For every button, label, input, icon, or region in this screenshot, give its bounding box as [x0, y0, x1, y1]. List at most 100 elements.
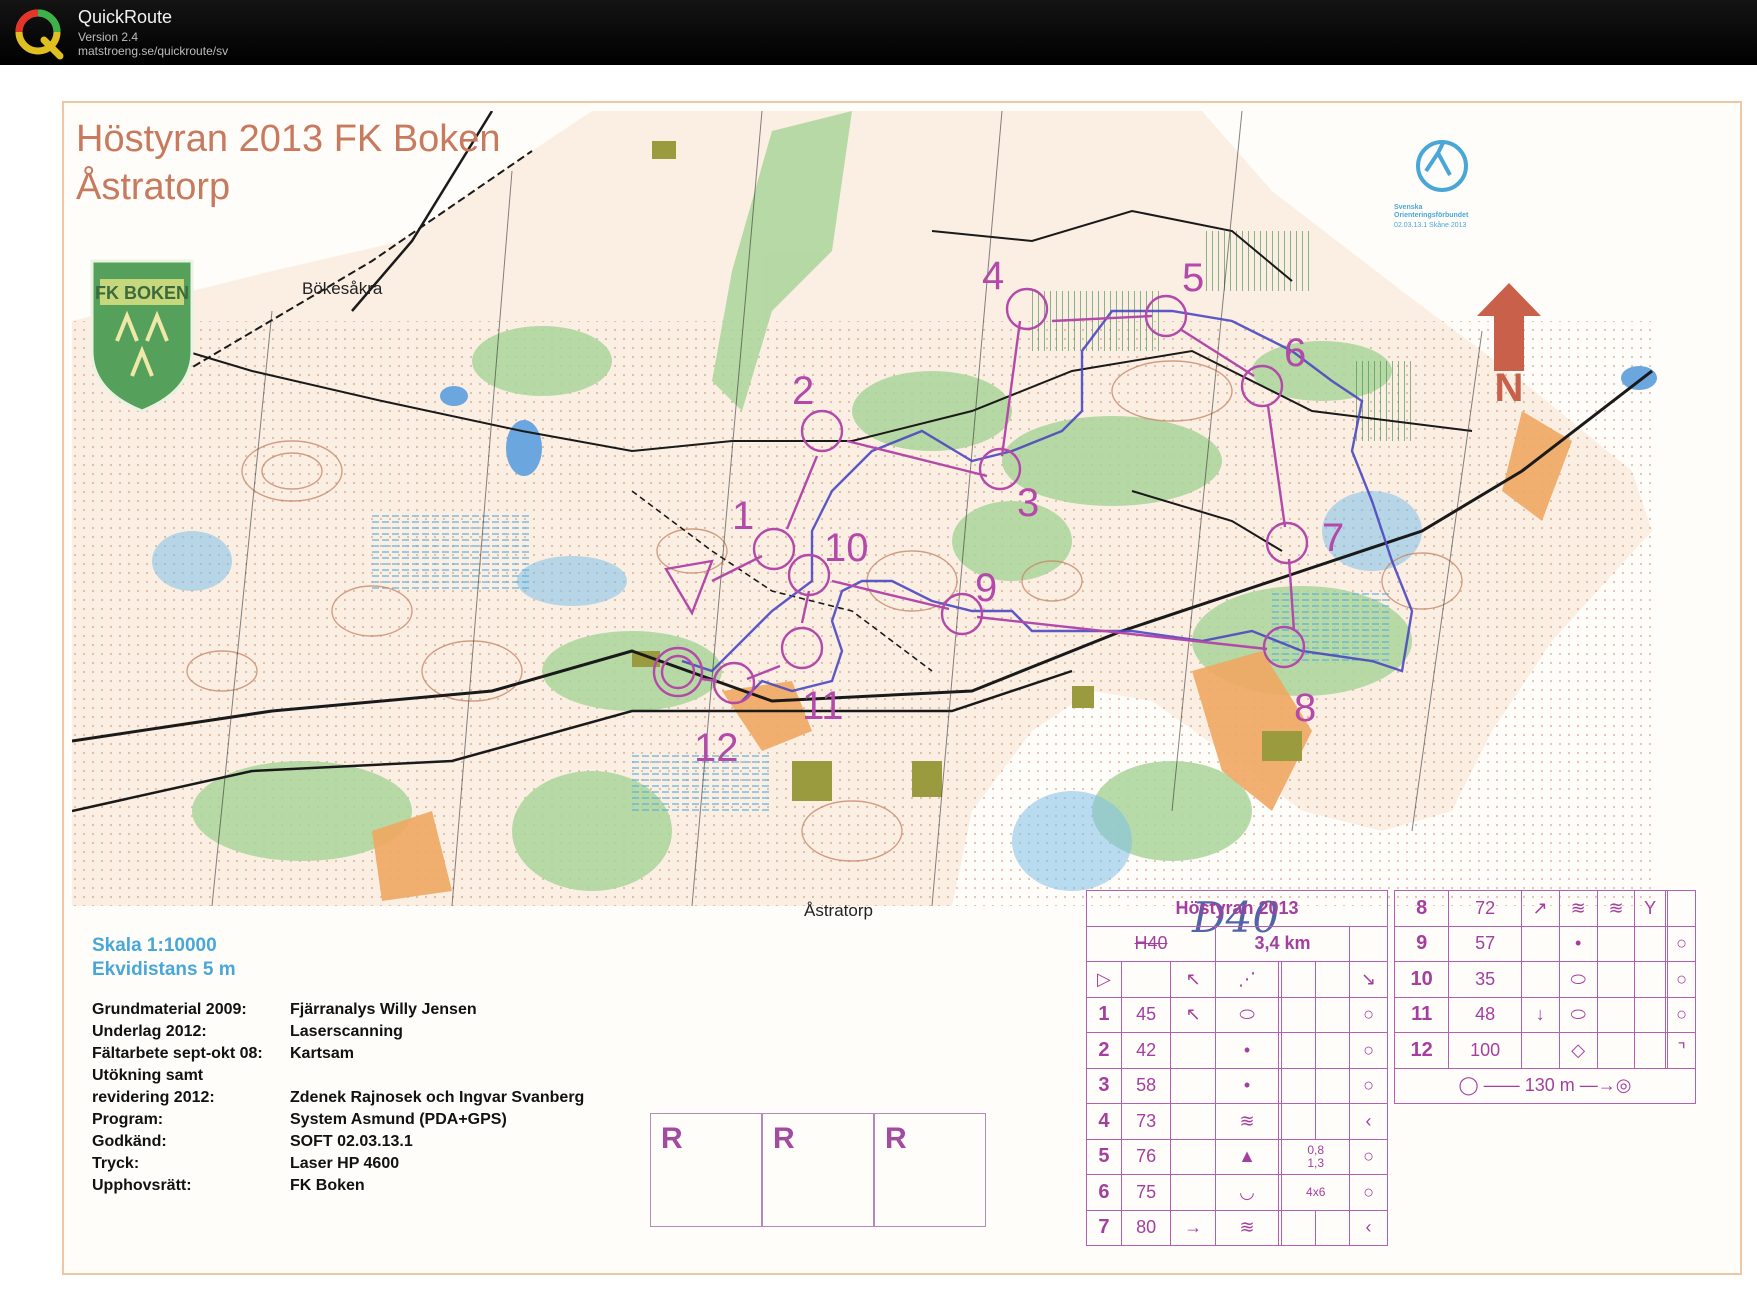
cd-row: 1 45 ↖ ⬭ ○	[1086, 996, 1388, 1033]
location-icon: ○	[1667, 961, 1696, 998]
cd-finish-row: ◯ —— 130 m —→◎	[1394, 1067, 1696, 1104]
dot-icon: •	[1558, 925, 1598, 962]
map-credits: Grundmaterial 2009: Fjärranalys Willy Jen…	[92, 999, 584, 1197]
arrow-nw-icon: ↖	[1170, 961, 1216, 998]
credit-row: Godkänd: SOFT 02.03.13.1	[92, 1133, 413, 1150]
contour-interval-label: Ekvidistans 5 m	[92, 959, 236, 980]
scale-label: Skala 1:10000	[92, 935, 217, 956]
map-title: Höstyran 2013 FK Boken Åstratorp	[76, 115, 501, 211]
angle-icon: ‹	[1349, 1103, 1388, 1140]
location-icon: ○	[1349, 1174, 1388, 1211]
marsh-icon: ≋	[1214, 1209, 1280, 1246]
svg-text:3: 3	[1017, 481, 1039, 525]
svg-text:Orienteringsförbundet: Orienteringsförbundet	[1394, 212, 1469, 219]
app-version: Version 2.4	[78, 30, 139, 44]
marsh-icon: ≋	[1214, 1103, 1280, 1140]
cd-class: H40	[1086, 925, 1216, 962]
svg-text:Svenska: Svenska	[1394, 204, 1423, 211]
boulder-icon: ▲	[1214, 1138, 1280, 1175]
sof-logo: Svenska Orienteringsförbundet 02.03.13.1…	[1394, 140, 1469, 229]
location-icon: ○	[1349, 1138, 1388, 1175]
cd-row: 7 80 → ≋ ‹	[1086, 1209, 1388, 1246]
credit-row: Program: System Asmund (PDA+GPS)	[92, 1111, 507, 1128]
dot-icon: •	[1214, 1032, 1280, 1069]
cd-row: 2 42 • ○	[1086, 1032, 1388, 1069]
svg-text:12: 12	[694, 726, 739, 770]
cd-event-title: Höstyran 2013	[1086, 890, 1388, 927]
start-triangle-icon: ▷	[1086, 961, 1122, 998]
document-view[interactable]: 1 2 3 4 5 6 7 8 9 10 11 12 FK BOKEN Sven…	[0, 65, 1757, 1307]
fk-boken-badge: FK BOKEN	[90, 259, 194, 413]
orienteering-map[interactable]: 1 2 3 4 5 6 7 8 9 10 11 12 FK BOKEN Sven…	[72, 111, 1738, 906]
orienteering-map-sheet: 1 2 3 4 5 6 7 8 9 10 11 12 FK BOKEN Sven…	[62, 101, 1742, 1275]
marsh-icon: ≋	[1596, 890, 1636, 927]
svg-text:2: 2	[792, 369, 814, 413]
arrow-nw-icon: ↖	[1170, 996, 1216, 1033]
location-icon: ○	[1349, 1067, 1388, 1104]
svg-text:5: 5	[1182, 256, 1204, 300]
credit-row: revidering 2012: Zdenek Rajnosek och Ingv…	[92, 1089, 585, 1106]
map-title-line1: Höstyran 2013 FK Boken	[76, 118, 501, 160]
finish-end-icon: —→◎	[1579, 1075, 1632, 1096]
ellipse-icon: ⬭	[1558, 996, 1598, 1033]
finish-distance: 130 m	[1524, 1075, 1575, 1096]
fork-icon: Y	[1634, 890, 1666, 927]
location-icon: ○	[1349, 996, 1388, 1033]
place-bokesakra: Bökesåkra	[302, 279, 383, 298]
cd-row: 8 72 ↗ ≋ ≋ Y	[1393, 890, 1696, 927]
cd-length: 3,4 km	[1214, 925, 1351, 962]
map-title-line2: Åstratorp	[76, 166, 231, 208]
svg-text:11: 11	[802, 684, 844, 728]
punch-box-1: R	[650, 1113, 762, 1227]
place-astratorp: Åstratorp	[804, 901, 873, 920]
svg-text:02.03.13.1 Skåne 2013: 02.03.13.1 Skåne 2013	[1394, 221, 1467, 229]
app-url[interactable]: matstroeng.se/quickroute/sv	[78, 44, 228, 58]
credit-row: Upphovsrätt: FK Boken	[92, 1177, 365, 1194]
svg-text:6: 6	[1284, 331, 1306, 375]
cd-row: 12 100 ◇ ⌝	[1393, 1032, 1696, 1069]
corner-icon: ↘	[1349, 961, 1388, 998]
depression-icon: ◡	[1214, 1174, 1280, 1211]
marsh-icon: ≋	[1558, 890, 1598, 927]
arrow-ne-icon: ↗	[1520, 890, 1560, 927]
cd-row: 3 58 • ○	[1086, 1067, 1388, 1104]
credit-row: Tryck: Laser HP 4600	[92, 1155, 400, 1172]
app-title-bar: QuickRoute Version 2.4 matstroeng.se/qui…	[0, 0, 1757, 65]
diamond-icon: ◇	[1558, 1032, 1598, 1069]
dim-top: 0,8	[1307, 1142, 1325, 1157]
cd-row: 6 75 ◡ 4x6 ○	[1086, 1174, 1388, 1211]
svg-text:1: 1	[732, 494, 754, 538]
punch-box-2: R	[762, 1113, 874, 1227]
cd-row: 5 76 ▲ 0,8 1,3 ○	[1086, 1138, 1388, 1175]
svg-text:FK BOKEN: FK BOKEN	[95, 283, 189, 303]
svg-text:4: 4	[982, 254, 1004, 298]
ellipse-icon: ⬭	[1214, 996, 1280, 1033]
quickroute-logo-icon	[15, 9, 64, 60]
angle-icon: ‹	[1349, 1209, 1388, 1246]
cd-row: 11 48 ↓ ⬭ ○	[1393, 996, 1696, 1033]
credit-row: Grundmaterial 2009: Fjärranalys Willy Jen…	[92, 1001, 477, 1018]
app-name: QuickRoute	[78, 7, 173, 27]
control-descriptions-right: 8 72 ↗ ≋ ≋ Y 9 57 • ○ 10 35 ⬭ ○ 11 48 ↓ ⬭ ○ 12 100 ◇ ⌝ ◯ —…	[1393, 890, 1696, 1104]
size-label: 4x6	[1281, 1174, 1351, 1211]
svg-text:7: 7	[1322, 516, 1344, 560]
svg-text:10: 10	[824, 526, 869, 570]
cd-row: 10 35 ⬭ ○	[1393, 961, 1696, 998]
control-descriptions-left: Höstyran 2013 H40 3,4 km ▷ ↖ ⋰ ↘ 1 45 ↖ ⬭ ○ 2 42…	[1086, 890, 1388, 1246]
path-icon: ⋰	[1214, 961, 1280, 998]
corner-icon: ⌝	[1667, 1032, 1696, 1069]
ellipse-icon: ⬭	[1558, 961, 1598, 998]
credit-row: Fältarbete sept-okt 08: Kartsam	[92, 1045, 355, 1062]
location-icon: ○	[1667, 925, 1696, 962]
svg-text:9: 9	[975, 566, 997, 610]
finish-start-circle-icon: ◯ ——	[1458, 1075, 1520, 1096]
credit-row: Underlag 2012: Laserscanning	[92, 1023, 403, 1040]
location-icon: ○	[1349, 1032, 1388, 1069]
punch-box-3: R	[874, 1113, 986, 1227]
cd-row: 4 73 ≋ ‹	[1086, 1103, 1388, 1140]
arrow-right-icon: →	[1170, 1209, 1216, 1246]
arrow-down-icon: ↓	[1520, 996, 1560, 1033]
dot-icon: •	[1214, 1067, 1280, 1104]
dim-bottom: 1,3	[1307, 1155, 1325, 1170]
cd-row: 9 57 • ○	[1393, 925, 1696, 962]
